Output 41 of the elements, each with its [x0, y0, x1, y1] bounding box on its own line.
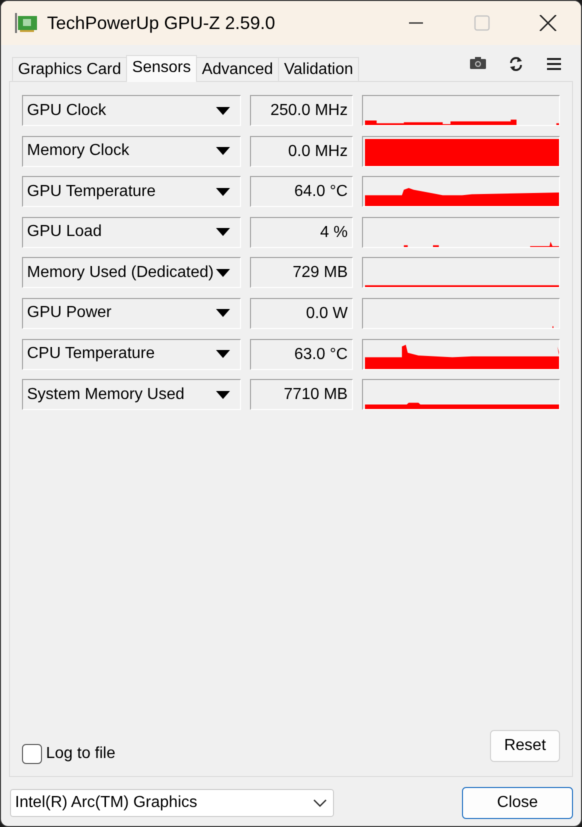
sensor-value: 63.0 °C [250, 338, 353, 370]
sensor-dropdown[interactable]: CPU Temperature [22, 338, 242, 370]
sensor-value: 250.0 MHz [250, 95, 353, 126]
close-button[interactable]: Close [462, 787, 573, 819]
chevron-icon [313, 799, 327, 807]
sensor-value: 0.0 MHz [250, 136, 353, 167]
close-icon [539, 15, 557, 31]
sensor-dropdown[interactable]: GPU Power [22, 298, 242, 329]
refresh-icon [508, 56, 524, 72]
caret-icon [216, 188, 230, 196]
gpu-select[interactable]: Intel(R) Arc(TM) Graphics [10, 789, 334, 817]
sensor-value: 64.0 °C [250, 176, 353, 208]
maximize-icon [473, 15, 491, 31]
tab[interactable]: Validation [278, 57, 360, 81]
sensor-dropdown[interactable]: Memory Clock [22, 136, 242, 167]
sensor-value: 0.0 W [250, 298, 353, 329]
tab[interactable]: Sensors [126, 55, 197, 82]
sensor-value: 4 % [250, 216, 353, 248]
sensor-dropdown[interactable]: GPU Load [22, 216, 242, 248]
caret-icon [216, 268, 230, 277]
app-logo-icon [15, 13, 37, 33]
sensor-dropdown[interactable]: System Memory Used [22, 379, 242, 410]
menu-icon [546, 56, 562, 72]
tab[interactable]: Graphics Card [12, 57, 128, 81]
camera-icon [470, 56, 486, 72]
sensor-dropdown[interactable]: GPU Clock [22, 95, 242, 126]
checkbox-label: Log to file [46, 744, 116, 764]
caret-icon [216, 390, 230, 399]
caret-icon [216, 147, 230, 156]
caret-icon [216, 228, 230, 236]
caret-icon [216, 350, 230, 358]
caret-icon [216, 309, 230, 318]
log-checkbox[interactable] [22, 744, 42, 764]
sensor-value: 729 MB [250, 257, 353, 288]
sensor-dropdown[interactable]: Memory Used (Dedicated) [22, 257, 242, 288]
minimize-icon [407, 22, 425, 24]
sensor-dropdown[interactable]: GPU Temperature [22, 176, 242, 208]
sensor-value: 7710 MB [250, 379, 353, 410]
window-title: TechPowerUp GPU-Z 2.59.0 [47, 12, 276, 35]
caret-icon [216, 106, 230, 114]
reset-button[interactable]: Reset [490, 730, 560, 762]
